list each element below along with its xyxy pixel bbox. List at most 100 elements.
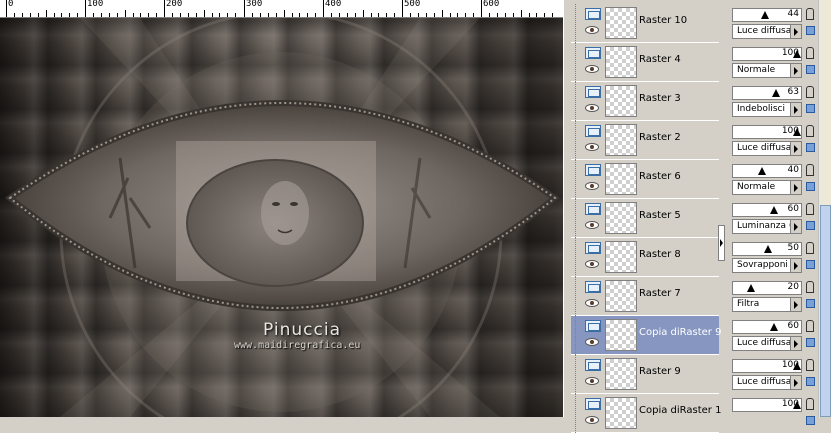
opacity-slider[interactable]: 100: [732, 398, 802, 412]
dropdown-arrow-icon[interactable]: [790, 259, 801, 272]
layer-row[interactable]: Raster 10: [571, 4, 719, 43]
slider-thumb[interactable]: [770, 323, 778, 331]
link-icon[interactable]: [806, 260, 815, 269]
raster-layer-icon[interactable]: [585, 125, 601, 137]
visibility-eye-icon[interactable]: [585, 26, 599, 34]
lock-icon[interactable]: [806, 125, 814, 137]
link-icon[interactable]: [806, 377, 815, 386]
raster-layer-icon[interactable]: [585, 203, 601, 215]
opacity-slider[interactable]: 60: [732, 320, 802, 334]
layer-row[interactable]: Raster 4: [571, 43, 719, 82]
raster-layer-icon[interactable]: [585, 359, 601, 371]
link-icon[interactable]: [806, 182, 815, 191]
slider-thumb[interactable]: [761, 11, 769, 19]
dropdown-arrow-icon[interactable]: [790, 298, 801, 311]
blend-mode-select[interactable]: Luminanza (L): [732, 219, 802, 234]
opacity-slider[interactable]: 20: [732, 281, 802, 295]
lock-icon[interactable]: [806, 359, 814, 371]
opacity-slider[interactable]: 100: [732, 47, 802, 61]
blend-mode-select[interactable]: Luce diffusa: [732, 24, 802, 39]
visibility-eye-icon[interactable]: [585, 143, 599, 151]
layers-scrollbar[interactable]: [818, 0, 831, 417]
blend-mode-select[interactable]: Filtra: [732, 297, 802, 312]
layer-row[interactable]: Copia diRaster 9: [571, 316, 721, 355]
opacity-slider[interactable]: 40: [732, 164, 802, 178]
link-icon[interactable]: [806, 143, 815, 152]
dropdown-arrow-icon[interactable]: [790, 103, 801, 116]
lock-icon[interactable]: [806, 320, 814, 332]
layer-row[interactable]: Raster 8: [571, 238, 719, 277]
layer-row[interactable]: Copia diRaster 1: [571, 394, 721, 433]
link-icon[interactable]: [806, 416, 815, 425]
slider-thumb[interactable]: [758, 167, 766, 175]
dropdown-arrow-icon[interactable]: [790, 142, 801, 155]
layer-row[interactable]: Raster 5: [571, 199, 719, 238]
layer-row[interactable]: Raster 3: [571, 82, 719, 121]
layer-row[interactable]: Raster 2: [571, 121, 719, 160]
link-icon[interactable]: [806, 104, 815, 113]
layer-row[interactable]: Raster 6: [571, 160, 719, 199]
link-icon[interactable]: [806, 221, 815, 230]
slider-thumb[interactable]: [764, 245, 772, 253]
slider-thumb[interactable]: [747, 284, 755, 292]
opacity-slider[interactable]: 44: [732, 8, 802, 22]
image-canvas[interactable]: Pinuccia www.maidiregrafica.eu: [0, 18, 563, 417]
blend-mode-select[interactable]: Normale: [732, 180, 802, 195]
lock-icon[interactable]: [806, 86, 814, 98]
blend-mode-select[interactable]: Normale: [732, 63, 802, 78]
raster-layer-icon[interactable]: [585, 320, 601, 332]
raster-layer-icon[interactable]: [585, 86, 601, 98]
slider-thumb[interactable]: [772, 89, 780, 97]
visibility-eye-icon[interactable]: [585, 221, 599, 229]
lock-icon[interactable]: [806, 281, 814, 293]
collapse-handle[interactable]: [718, 225, 725, 261]
link-icon[interactable]: [806, 299, 815, 308]
ruler-minor-tick: [544, 13, 545, 17]
link-icon[interactable]: [806, 65, 815, 74]
lock-icon[interactable]: [806, 47, 814, 59]
dropdown-arrow-icon[interactable]: [790, 376, 801, 389]
visibility-eye-icon[interactable]: [585, 416, 599, 424]
dropdown-arrow-icon[interactable]: [790, 25, 801, 38]
blend-mode-select[interactable]: Sovrapponi: [732, 258, 802, 273]
slider-thumb[interactable]: [770, 206, 778, 214]
dropdown-arrow-icon[interactable]: [790, 337, 801, 350]
layer-row[interactable]: Raster 7: [571, 277, 719, 316]
opacity-slider[interactable]: 100: [732, 125, 802, 139]
opacity-slider[interactable]: 60: [732, 203, 802, 217]
raster-layer-icon[interactable]: [585, 164, 601, 176]
visibility-eye-icon[interactable]: [585, 104, 599, 112]
lock-icon[interactable]: [806, 242, 814, 254]
opacity-slider[interactable]: 50: [732, 242, 802, 256]
dropdown-arrow-icon[interactable]: [790, 64, 801, 77]
layer-row[interactable]: Raster 9: [571, 355, 719, 394]
visibility-eye-icon[interactable]: [585, 299, 599, 307]
raster-layer-icon[interactable]: [585, 47, 601, 59]
lock-icon[interactable]: [806, 8, 814, 20]
dropdown-arrow-icon[interactable]: [790, 220, 801, 233]
layer-name: Raster 5: [639, 210, 681, 221]
visibility-eye-icon[interactable]: [585, 260, 599, 268]
dropdown-arrow-icon[interactable]: [790, 181, 801, 194]
blend-mode-select[interactable]: Luce diffusa: [732, 375, 802, 390]
visibility-eye-icon[interactable]: [585, 338, 599, 346]
opacity-slider[interactable]: 100: [732, 359, 802, 373]
raster-layer-icon[interactable]: [585, 281, 601, 293]
raster-layer-icon[interactable]: [585, 398, 601, 410]
visibility-eye-icon[interactable]: [585, 377, 599, 385]
opacity-slider[interactable]: 63: [732, 86, 802, 100]
lock-icon[interactable]: [806, 164, 814, 176]
canvas-area[interactable]: 0 100 200 300 400 500 600 Pinuccia www.m…: [0, 0, 563, 417]
raster-layer-icon[interactable]: [585, 8, 601, 20]
visibility-eye-icon[interactable]: [585, 182, 599, 190]
visibility-eye-icon[interactable]: [585, 65, 599, 73]
scrollbar-thumb[interactable]: [820, 205, 831, 417]
raster-layer-icon[interactable]: [585, 242, 601, 254]
blend-mode-select[interactable]: Indebolisci: [732, 102, 802, 117]
link-icon[interactable]: [806, 338, 815, 347]
lock-icon[interactable]: [806, 203, 814, 215]
lock-icon[interactable]: [806, 398, 814, 410]
blend-mode-select[interactable]: Luce diffusa: [732, 336, 802, 351]
blend-mode-select[interactable]: Luce diffusa: [732, 141, 802, 156]
link-icon[interactable]: [806, 26, 815, 35]
